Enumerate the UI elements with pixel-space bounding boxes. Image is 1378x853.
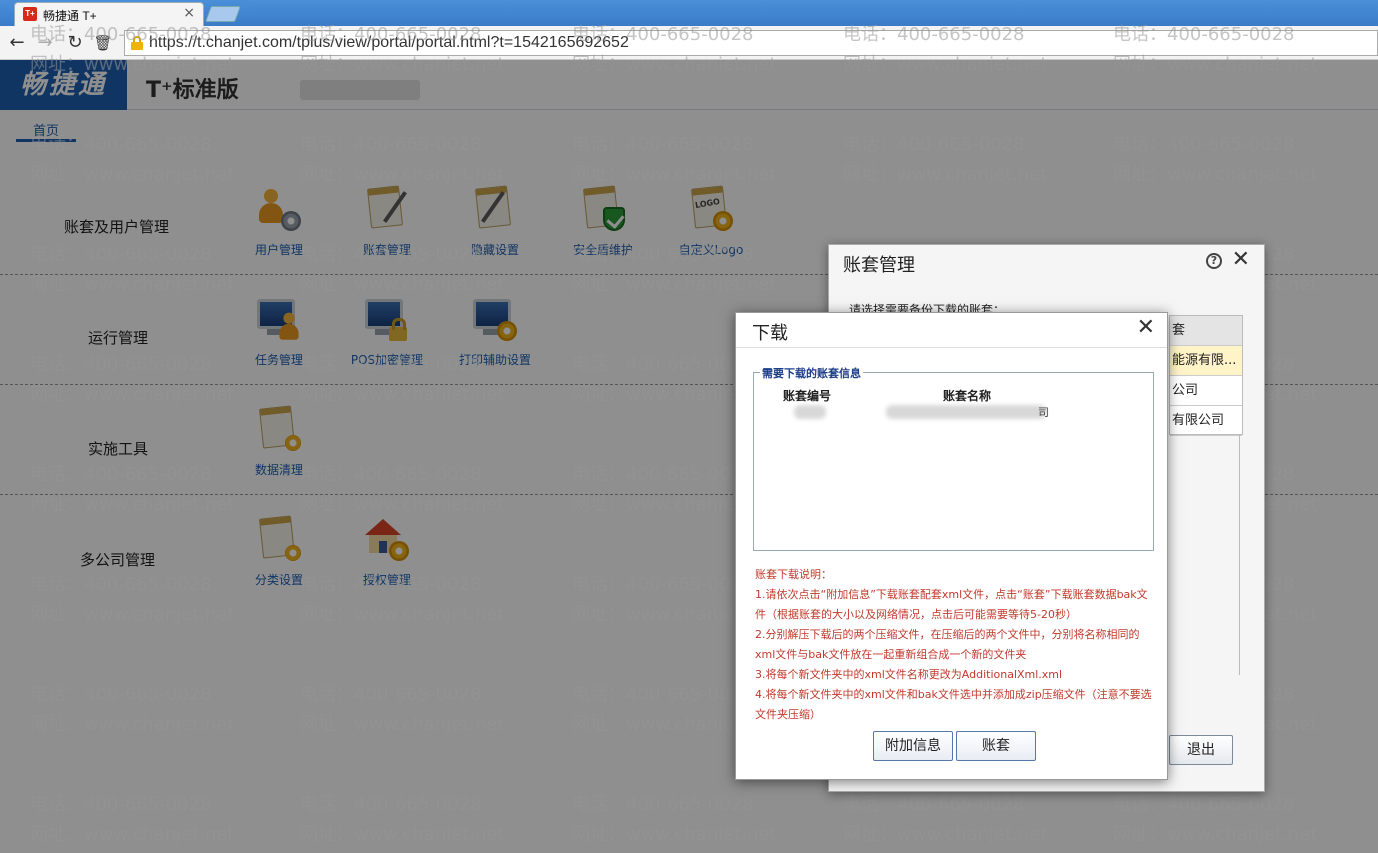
dialog-title: 账套管理	[843, 255, 915, 276]
extra-info-button[interactable]: 附加信息	[873, 731, 953, 761]
tab-title: 畅捷通 T+	[43, 9, 97, 23]
account-list-header: 套	[1170, 316, 1242, 346]
close-icon[interactable]: ✕	[1232, 247, 1250, 272]
back-arrow-icon[interactable]: ←	[6, 32, 28, 54]
favicon-icon: T+	[23, 7, 37, 21]
close-icon[interactable]: ✕	[1137, 315, 1155, 340]
new-tab-button[interactable]	[205, 6, 241, 22]
tab-close-icon[interactable]: ×	[183, 5, 195, 21]
download-dialog: 下载 ✕ 需要下载的账套信息 账套编号 账套名称 司 账套下载说明： 1.请依次…	[735, 312, 1168, 780]
name-tail: 司	[1038, 406, 1049, 419]
address-bar[interactable]: https://t.chanjet.com/tplus/view/portal/…	[124, 30, 1378, 56]
account-download-button[interactable]: 账套	[956, 731, 1036, 761]
account-row[interactable]: 能源有限...	[1170, 346, 1242, 376]
forward-arrow-icon[interactable]: →	[34, 32, 56, 54]
instruction-line: 1.请依次点击“附加信息”下载账套配套xml文件，点击“账套”下载账套数据bak…	[755, 588, 1148, 621]
account-row[interactable]: 公司	[1170, 376, 1242, 406]
instruction-line: 账套下载说明：	[755, 568, 832, 581]
group-legend: 需要下载的账套信息	[760, 365, 863, 381]
account-row[interactable]: 有限公司	[1170, 406, 1242, 436]
dialog-title: 下载	[752, 323, 788, 344]
help-icon[interactable]: ?	[1206, 253, 1222, 269]
url-text: https://t.chanjet.com/tplus/view/portal/…	[149, 34, 629, 51]
title-divider	[736, 347, 1167, 348]
list-border	[1239, 435, 1243, 675]
redacted-code	[794, 405, 826, 419]
browser-tab[interactable]: T+ 畅捷通 T+ ×	[14, 2, 204, 26]
instruction-line: 3.将每个新文件夹中的xml文件名称更改为AdditionalXml.xml	[755, 668, 1063, 681]
instruction-line: 4.将每个新文件夹中的xml文件和bak文件选中并添加成zip压缩文件（注意不要…	[755, 688, 1152, 721]
browser-toolbar: ← → ↻ 🗑 https://t.chanjet.com/tplus/view…	[0, 26, 1378, 60]
reload-icon[interactable]: ↻	[64, 32, 86, 54]
quit-button[interactable]: 退出	[1169, 735, 1233, 765]
lock-icon	[131, 36, 143, 50]
column-account-code: 账套编号	[783, 389, 832, 403]
browser-tab-bar: T+ 畅捷通 T+ ×	[0, 0, 1378, 26]
download-instructions: 账套下载说明： 1.请依次点击“附加信息”下载账套配套xml文件，点击“账套”下…	[755, 565, 1155, 725]
trash-icon[interactable]: 🗑	[92, 32, 114, 54]
instruction-line: 2.分别解压下载后的两个压缩文件，在压缩后的两个文件中，分别将名称相同的xml文…	[755, 628, 1140, 661]
account-list: 套 能源有限... 公司 有限公司	[1169, 315, 1243, 436]
column-account-name: 账套名称	[943, 389, 992, 403]
download-info-group: 需要下载的账套信息 账套编号 账套名称 司	[753, 365, 1154, 551]
redacted-name	[886, 405, 1046, 419]
